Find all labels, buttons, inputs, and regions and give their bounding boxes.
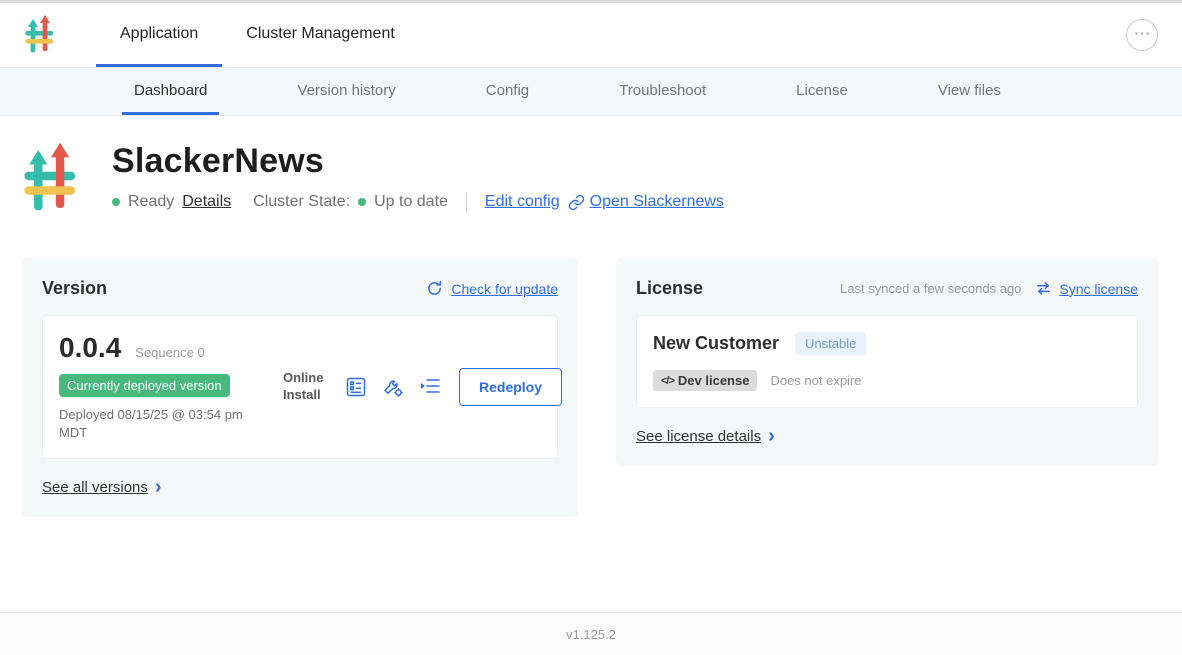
cluster-state-dot (358, 198, 366, 206)
dashboard-main: SlackerNews Ready Details Cluster State:… (0, 116, 1182, 612)
tab-dashboard[interactable]: Dashboard (122, 68, 219, 115)
tab-application[interactable]: Application (96, 3, 222, 67)
open-app-link[interactable]: Open Slackernews (568, 193, 724, 211)
license-type-label: Dev license (678, 373, 750, 388)
app-logo-icon-large (22, 142, 80, 216)
cluster-state-value: Up to date (374, 193, 448, 211)
deployed-badge: Currently deployed version (59, 374, 230, 397)
see-all-versions-link[interactable]: See all versions › (42, 477, 558, 497)
chevron-right-icon: › (155, 477, 162, 497)
tab-license[interactable]: License (784, 68, 860, 115)
see-all-versions-label: See all versions (42, 479, 148, 496)
version-number: 0.0.4 (59, 332, 121, 364)
page-title: SlackerNews (112, 142, 724, 181)
redeploy-button[interactable]: Redeploy (459, 368, 562, 406)
sync-icon (1035, 281, 1052, 296)
edit-config-link[interactable]: Edit config (485, 193, 560, 211)
console-footer: v1.125.2 (0, 612, 1182, 655)
install-type-label: Online Install (283, 370, 329, 404)
refresh-icon (426, 280, 443, 297)
wrench-gear-icon (381, 375, 405, 399)
last-synced-text: Last synced a few seconds ago (840, 281, 1021, 296)
sync-license-link[interactable]: Sync license (1035, 281, 1138, 297)
logs-icon (418, 376, 442, 398)
app-status-row: Ready Details Cluster State: Up to date … (112, 193, 724, 211)
see-license-details-label: See license details (636, 428, 761, 445)
top-tabs: Application Cluster Management (96, 3, 419, 67)
current-version-panel: 0.0.4 Sequence 0 Currently deployed vers… (42, 315, 558, 459)
license-expiry: Does not expire (770, 373, 861, 388)
tab-config[interactable]: Config (474, 68, 541, 115)
view-logs-button[interactable] (418, 376, 442, 398)
tab-cluster-management[interactable]: Cluster Management (222, 3, 419, 67)
customer-name: New Customer (653, 333, 779, 354)
chevron-right-icon: › (768, 426, 775, 446)
app-header: SlackerNews Ready Details Cluster State:… (22, 142, 1158, 216)
sequence-label: Sequence 0 (135, 345, 204, 360)
code-icon: </> (661, 375, 674, 387)
more-options-button[interactable]: ⋯ (1126, 19, 1158, 51)
app-subnav: Dashboard Version history Config Trouble… (0, 68, 1182, 116)
tab-troubleshoot[interactable]: Troubleshoot (607, 68, 718, 115)
checklist-icon (344, 375, 368, 399)
tab-view-files[interactable]: View files (926, 68, 1013, 115)
see-license-details-link[interactable]: See license details › (636, 426, 1138, 446)
cluster-state-label: Cluster State: (253, 193, 350, 211)
tab-version-history[interactable]: Version history (285, 68, 407, 115)
version-card-title: Version (42, 278, 107, 299)
channel-badge: Unstable (795, 332, 866, 355)
ellipsis-icon: ⋯ (1134, 25, 1151, 42)
app-logo (24, 3, 56, 67)
app-status-text: Ready (128, 193, 174, 211)
sync-license-label: Sync license (1059, 281, 1138, 297)
license-panel: New Customer Unstable </> Dev license Do… (636, 315, 1138, 408)
view-config-button[interactable] (344, 375, 368, 399)
link-icon (568, 194, 585, 211)
license-card: License Last synced a few seconds ago Sy… (616, 258, 1158, 466)
edit-config-button[interactable] (381, 375, 405, 399)
check-update-link-label: Check for update (451, 281, 558, 297)
ready-status-dot (112, 198, 120, 206)
deployed-timestamp: Deployed 08/15/25 @ 03:54 pm MDT (59, 406, 259, 442)
version-card: Version Check for update 0.0.4 Sequence … (22, 258, 578, 517)
license-card-title: License (636, 278, 703, 299)
license-type-badge: </> Dev license (653, 370, 757, 391)
divider (466, 193, 467, 211)
console-version: v1.125.2 (566, 627, 616, 642)
top-navigation-bar: Application Cluster Management ⋯ (0, 0, 1182, 68)
app-logo-icon (24, 15, 56, 55)
details-link[interactable]: Details (182, 193, 231, 211)
open-app-link-label: Open Slackernews (590, 193, 724, 211)
check-update-link[interactable]: Check for update (426, 280, 558, 297)
